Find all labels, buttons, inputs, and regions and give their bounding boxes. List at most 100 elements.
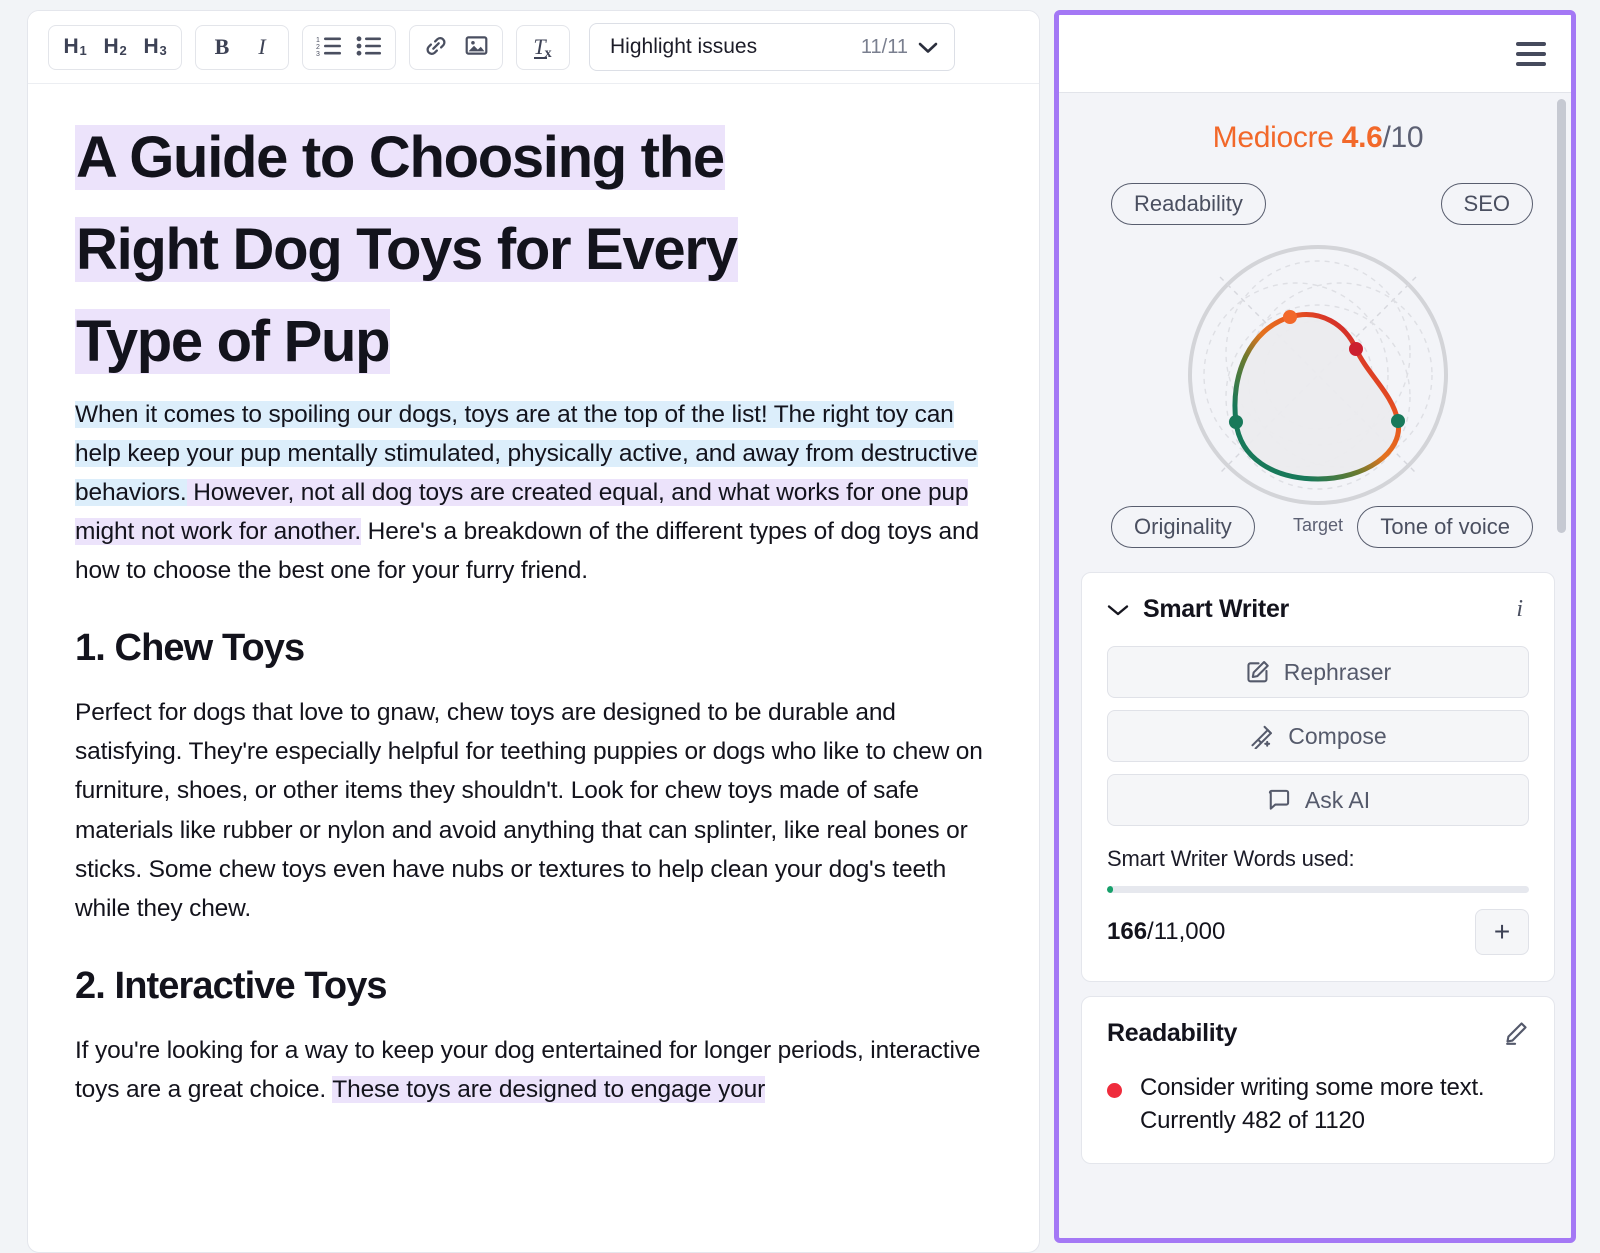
compose-label: Compose: [1288, 722, 1387, 749]
ask-ai-label: Ask AI: [1304, 786, 1371, 813]
list-group: 1 2 3: [302, 24, 396, 70]
words-row: 166/11,000 +: [1107, 909, 1529, 955]
svg-text:1: 1: [316, 37, 320, 44]
sidebar-scrollbar-thumb[interactable]: [1557, 99, 1566, 533]
radar-target-label: Target: [1292, 515, 1344, 535]
editor-panel: H1 H2 H3 B I 1 2 3 Tx Highlight issues 1…: [27, 10, 1040, 1253]
edit-square-icon: [1245, 659, 1271, 685]
chip-seo[interactable]: SEO: [1440, 183, 1533, 225]
section-2-highlight: These toys are designed to engage your: [332, 1076, 766, 1104]
radar-point-seo: [1349, 342, 1363, 356]
app-root: H1 H2 H3 B I 1 2 3 Tx Highlight issues 1…: [0, 0, 1600, 1253]
image-icon: [464, 33, 489, 61]
sidebar-scrollbar[interactable]: [1557, 99, 1566, 1232]
chevron-down-icon: [918, 41, 938, 54]
smart-writer-card: Smart Writer i Rephraser Compose Ask AI …: [1081, 572, 1555, 982]
words-total-value: /11,000: [1147, 918, 1226, 945]
readability-issue-text: Consider writing some more text. Current…: [1140, 1074, 1485, 1134]
words-progress-bar: [1107, 886, 1529, 893]
ask-ai-button[interactable]: Ask AI: [1107, 774, 1529, 826]
chip-seo-label: SEO: [1463, 191, 1510, 216]
h1-subscript: 1: [79, 43, 87, 58]
overall-score: Mediocre 4.6/10: [1081, 121, 1555, 155]
insert-group: [409, 24, 503, 70]
section-2-heading: 2. Interactive Toys: [75, 964, 388, 1007]
radar-svg: [1188, 245, 1448, 505]
rephraser-label: Rephraser: [1283, 658, 1392, 685]
words-used-label: Smart Writer Words used:: [1107, 846, 1355, 871]
intro-paragraph: When it comes to spoiling our dogs, toys…: [75, 395, 999, 590]
words-progress-fill: [1107, 886, 1114, 893]
smart-writer-title: Smart Writer: [1143, 595, 1289, 623]
readability-issue: Consider writing some more text. Current…: [1107, 1072, 1529, 1137]
image-button[interactable]: [456, 28, 496, 67]
h3-letter: H: [143, 35, 159, 58]
h1-letter: H: [63, 35, 79, 58]
score-word: Mediocre: [1212, 121, 1334, 154]
text-style-group: B I: [195, 24, 289, 70]
highlight-issues-label: Highlight issues: [610, 35, 758, 58]
pencil-icon[interactable]: [1502, 1020, 1529, 1047]
highlight-issues-select[interactable]: Highlight issues 11/11: [589, 23, 955, 71]
readability-title: Readability: [1107, 1019, 1238, 1047]
highlight-issues-count: 11/11: [860, 35, 908, 58]
link-icon: [423, 33, 449, 62]
bullet-list-icon: [356, 34, 382, 61]
smart-writer-header: Smart Writer i: [1107, 595, 1529, 624]
assistant-sidebar: Mediocre 4.6/10 Readability SEO Original…: [1054, 10, 1576, 1243]
h2-subscript: 2: [119, 43, 127, 58]
document-body[interactable]: A Guide to Choosing the Right Dog Toys f…: [28, 84, 1039, 1252]
bullet-list-button[interactable]: [349, 28, 389, 67]
svg-text:3: 3: [316, 51, 320, 58]
chip-readability[interactable]: Readability: [1111, 183, 1266, 225]
title-line-2: Right Dog Toys for Every: [75, 217, 738, 283]
score-value: 4.6: [1341, 121, 1383, 154]
quality-radar-chart: Readability SEO Originality Tone of voic…: [1081, 163, 1555, 558]
info-icon[interactable]: i: [1510, 596, 1529, 623]
h2-letter: H: [103, 35, 119, 58]
readability-header: Readability: [1107, 1019, 1529, 1048]
document-title: A Guide to Choosing the Right Dog Toys f…: [75, 112, 999, 389]
heading-3-button[interactable]: H3: [135, 28, 175, 67]
chat-bubble-icon: [1266, 787, 1292, 813]
bold-button[interactable]: B: [202, 28, 242, 67]
sidebar-header: [1059, 15, 1571, 93]
words-used-value: 166: [1107, 918, 1148, 945]
rephraser-button[interactable]: Rephraser: [1107, 646, 1529, 698]
heading-1-button[interactable]: H1: [55, 28, 95, 67]
clear-format-group: Tx: [516, 24, 570, 70]
clear-formatting-icon: Tx: [533, 34, 552, 61]
h3-subscript: 3: [159, 43, 167, 58]
svg-text:2: 2: [316, 44, 320, 51]
score-denominator: /10: [1382, 121, 1424, 154]
section-2-body: If you're looking for a way to keep your…: [75, 1031, 999, 1109]
editor-toolbar: H1 H2 H3 B I 1 2 3 Tx Highlight issues 1…: [28, 11, 1039, 84]
section-1-body: Perfect for dogs that love to gnaw, chew…: [75, 699, 983, 922]
status-badge: [1107, 1083, 1122, 1098]
section-1-heading: 1. Chew Toys: [75, 626, 305, 669]
intro-segment-1: When it comes to spoiling our dogs, toys…: [75, 400, 768, 428]
heading-button-group: H1 H2 H3: [48, 24, 182, 70]
ordered-list-icon: 1 2 3: [316, 34, 342, 61]
words-count: 166/11,000: [1107, 918, 1225, 946]
radar-point-originality: [1229, 415, 1243, 429]
radar-point-readability: [1283, 310, 1297, 324]
title-line-3: Type of Pup: [75, 309, 391, 375]
italic-button[interactable]: I: [242, 28, 282, 67]
sidebar-scroll-area[interactable]: Mediocre 4.6/10 Readability SEO Original…: [1059, 93, 1571, 1238]
compose-button[interactable]: Compose: [1107, 710, 1529, 762]
radar-point-tone: [1391, 414, 1405, 428]
title-line-1: A Guide to Choosing the: [75, 125, 725, 190]
hamburger-menu-icon[interactable]: [1516, 41, 1546, 66]
chip-readability-label: Readability: [1134, 191, 1243, 216]
add-words-button[interactable]: +: [1475, 909, 1529, 955]
bold-label: B: [214, 34, 230, 59]
ordered-list-button[interactable]: 1 2 3: [309, 28, 349, 67]
italic-label: I: [258, 34, 266, 59]
link-button[interactable]: [416, 28, 456, 67]
heading-2-button[interactable]: H2: [95, 28, 135, 67]
chevron-down-icon[interactable]: [1107, 603, 1129, 617]
readability-card: Readability Consider writing some more t…: [1081, 996, 1555, 1165]
magic-wand-icon: [1249, 723, 1275, 749]
clear-formatting-button[interactable]: Tx: [523, 28, 563, 67]
